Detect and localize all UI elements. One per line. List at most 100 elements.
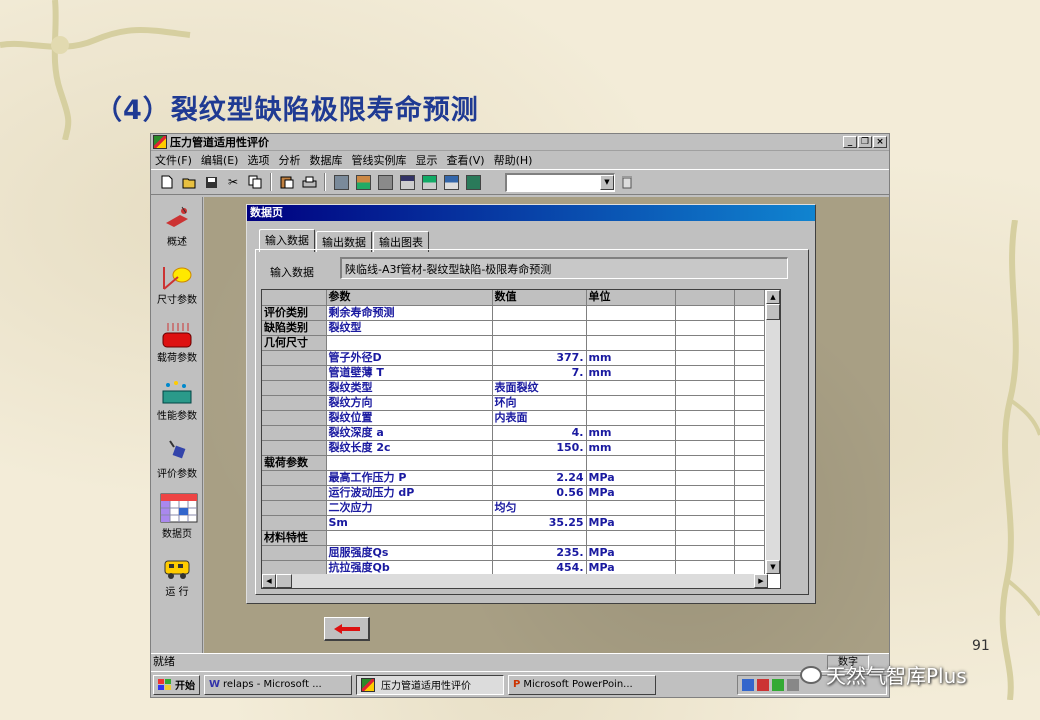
table-cell[interactable] xyxy=(734,515,765,531)
table-cell[interactable] xyxy=(262,515,327,531)
table-row[interactable]: 二次应力 均匀 xyxy=(262,500,765,516)
scroll-down-icon[interactable]: ▼ xyxy=(766,560,780,574)
view2-icon[interactable] xyxy=(353,172,373,192)
table-cell[interactable]: 裂纹深度 a xyxy=(326,425,493,441)
table-cell[interactable] xyxy=(675,425,735,441)
table-cell[interactable] xyxy=(326,335,493,351)
tray-icon[interactable] xyxy=(742,678,754,691)
table-cell[interactable]: 抗拉强度Qb xyxy=(326,560,493,576)
table-cell[interactable] xyxy=(262,425,327,441)
table-cell[interactable]: 7. xyxy=(492,365,587,381)
table-cell[interactable]: 管子外径D xyxy=(326,350,493,366)
table-cell[interactable] xyxy=(492,305,587,321)
table-cell[interactable] xyxy=(586,530,676,546)
table-cell[interactable]: 454. xyxy=(492,560,587,576)
table-cell[interactable]: Sm xyxy=(326,515,493,531)
table-cell[interactable] xyxy=(262,470,327,486)
scroll-left-icon[interactable]: ◀ xyxy=(262,574,276,588)
table-cell[interactable] xyxy=(586,455,676,471)
scroll-up-icon[interactable]: ▲ xyxy=(766,290,780,304)
table-cell[interactable] xyxy=(262,545,327,561)
table-cell[interactable]: 均匀 xyxy=(492,500,587,516)
table-cell[interactable]: 屈服强度Qs xyxy=(326,545,493,561)
table-row[interactable]: Sm 35.25 MPa xyxy=(262,515,765,531)
sidebar-item-evaluation[interactable]: 评价参数 xyxy=(151,437,203,480)
scroll-thumb[interactable] xyxy=(766,304,780,320)
maximize-button[interactable]: ❐ xyxy=(858,136,872,148)
table-cell[interactable]: 载荷参数 xyxy=(262,455,327,471)
table-cell[interactable]: 235. xyxy=(492,545,587,561)
menu-display[interactable]: 显示 xyxy=(415,152,437,168)
view4-icon[interactable] xyxy=(397,172,417,192)
input-data-field[interactable]: 陕临线-A3f管材-裂纹型缺陷-极限寿命预测 xyxy=(340,257,788,279)
table-cell[interactable]: MPa xyxy=(586,545,676,561)
table-cell[interactable]: 环向 xyxy=(492,395,587,411)
table-cell[interactable]: 裂纹型 xyxy=(326,320,493,336)
table-cell[interactable]: MPa xyxy=(586,515,676,531)
table-row[interactable]: 运行波动压力 dP 0.56 MPa xyxy=(262,485,765,501)
table-cell[interactable] xyxy=(734,350,765,366)
table-cell[interactable] xyxy=(675,440,735,456)
sidebar-item-dimension[interactable]: 尺寸参数 xyxy=(151,263,203,306)
table-row[interactable]: 管子外径D 377. mm xyxy=(262,350,765,366)
table-cell[interactable]: 150. xyxy=(492,440,587,456)
start-button[interactable]: 开始 xyxy=(153,674,200,695)
table-row[interactable]: 材料特性 xyxy=(262,530,765,546)
horizontal-scrollbar[interactable]: ◀ ▶ xyxy=(262,574,768,588)
table-cell[interactable]: 材料特性 xyxy=(262,530,327,546)
table-cell[interactable]: 评价类别 xyxy=(262,305,327,321)
table-cell[interactable] xyxy=(734,455,765,471)
vertical-scrollbar[interactable]: ▲ ▼ xyxy=(766,290,780,574)
table-cell[interactable] xyxy=(326,530,493,546)
table-cell[interactable] xyxy=(262,395,327,411)
table-cell[interactable]: MPa xyxy=(586,560,676,576)
view7-icon[interactable] xyxy=(463,172,483,192)
table-cell[interactable] xyxy=(586,305,676,321)
table-row[interactable]: 载荷参数 xyxy=(262,455,765,471)
table-cell[interactable]: 裂纹位置 xyxy=(326,410,493,426)
table-cell[interactable] xyxy=(586,395,676,411)
back-button[interactable] xyxy=(324,617,370,641)
table-cell[interactable] xyxy=(586,320,676,336)
menu-options[interactable]: 选项 xyxy=(247,152,269,168)
open-icon[interactable] xyxy=(179,172,199,192)
table-cell[interactable] xyxy=(675,560,735,576)
toolbar-combo[interactable]: ▼ xyxy=(505,172,615,192)
task-powerpoint[interactable]: P Microsoft PowerPoin... xyxy=(508,674,656,695)
sidebar-item-datapage[interactable]: 数据页 xyxy=(151,493,203,540)
table-cell[interactable]: 377. xyxy=(492,350,587,366)
table-cell[interactable] xyxy=(675,335,735,351)
table-row[interactable]: 缺陷类别 裂纹型 xyxy=(262,320,765,336)
table-cell[interactable]: 4. xyxy=(492,425,587,441)
menu-view[interactable]: 查看(V) xyxy=(446,152,484,168)
table-cell[interactable] xyxy=(734,500,765,516)
table-cell[interactable] xyxy=(586,335,676,351)
view1-icon[interactable] xyxy=(331,172,351,192)
table-row[interactable]: 最高工作压力 P 2.24 MPa xyxy=(262,470,765,486)
menu-help[interactable]: 帮助(H) xyxy=(494,152,533,168)
scroll-right-icon[interactable]: ▶ xyxy=(754,574,768,588)
table-cell[interactable] xyxy=(675,455,735,471)
table-row[interactable]: 屈服强度Qs 235. MPa xyxy=(262,545,765,561)
table-cell[interactable]: 缺陷类别 xyxy=(262,320,327,336)
table-cell[interactable] xyxy=(675,365,735,381)
save-icon[interactable] xyxy=(201,172,221,192)
table-cell[interactable]: 裂纹类型 xyxy=(326,380,493,396)
print-icon[interactable] xyxy=(299,172,319,192)
table-cell[interactable]: 裂纹长度 2c xyxy=(326,440,493,456)
table-cell[interactable]: 管道壁薄 T xyxy=(326,365,493,381)
table-cell[interactable]: 剩余寿命预测 xyxy=(326,305,493,321)
dialog-title[interactable]: 数据页 xyxy=(247,205,815,221)
menu-edit[interactable]: 编辑(E) xyxy=(201,152,239,168)
sidebar-item-run[interactable]: 运 行 xyxy=(151,555,203,598)
table-cell[interactable] xyxy=(734,425,765,441)
view6-icon[interactable] xyxy=(441,172,461,192)
table-cell[interactable] xyxy=(734,365,765,381)
table-cell[interactable]: 内表面 xyxy=(492,410,587,426)
table-cell[interactable]: MPa xyxy=(586,470,676,486)
table-cell[interactable] xyxy=(262,380,327,396)
hscroll-thumb[interactable] xyxy=(276,574,292,588)
table-cell[interactable] xyxy=(492,455,587,471)
table-cell[interactable] xyxy=(734,485,765,501)
table-cell[interactable] xyxy=(492,335,587,351)
